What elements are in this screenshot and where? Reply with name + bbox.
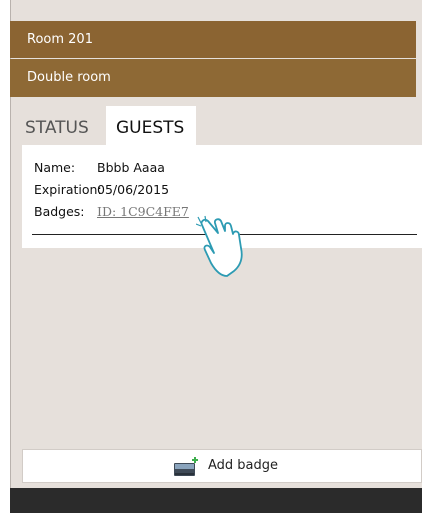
name-label: Name: <box>34 160 76 175</box>
add-badge-button[interactable]: Add badge <box>22 449 422 483</box>
add-badge-icon <box>174 457 198 476</box>
tab-guests[interactable]: GUESTS <box>106 106 196 145</box>
name-value: Bbbb Aaaa <box>97 160 165 175</box>
guest-name-row: Name: Bbbb Aaaa <box>34 159 165 177</box>
expiration-label: Expiration: <box>34 182 102 197</box>
guest-badges-row: Badges: ID: 1C9C4FE7 <box>34 203 189 221</box>
tab-status[interactable]: STATUS <box>22 106 106 145</box>
footer-bar <box>10 488 422 513</box>
guest-expiration-row: Expiration: 05/06/2015 <box>34 181 169 199</box>
hand-pointer-icon <box>196 215 243 277</box>
room-type-header: Double room <box>10 59 416 97</box>
badge-id-link[interactable]: ID: 1C9C4FE7 <box>97 203 189 221</box>
room-number-header: Room 201 <box>10 21 416 58</box>
badges-label: Badges: <box>34 204 85 219</box>
expiration-value: 05/06/2015 <box>97 182 170 197</box>
add-badge-label: Add badge <box>208 458 279 473</box>
